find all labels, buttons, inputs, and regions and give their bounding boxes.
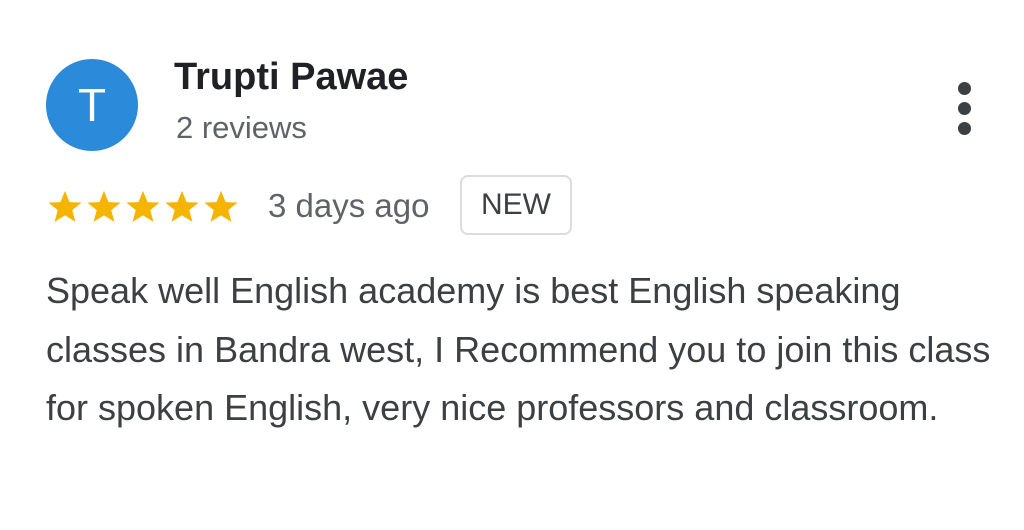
reviewer-name[interactable]: Trupti Pawae	[174, 56, 408, 99]
star-icon	[85, 188, 123, 226]
review-text: Speak well English academy is best Engli…	[46, 270, 991, 428]
more-vert-dot	[958, 122, 971, 135]
star-icon	[202, 188, 240, 226]
review-date: 3 days ago	[268, 187, 430, 224]
star-icon	[124, 188, 162, 226]
more-vert-dot	[958, 102, 971, 115]
more-vert-dot	[958, 82, 971, 95]
new-badge: NEW	[460, 175, 572, 235]
star-icon	[163, 188, 201, 226]
review-count: 2 reviews	[176, 110, 307, 145]
star-icon	[46, 188, 84, 226]
more-options-button[interactable]	[940, 76, 990, 140]
avatar[interactable]: T	[46, 59, 138, 151]
star-rating	[46, 188, 241, 226]
review-card: T Trupti Pawae 2 reviews 3 days ago NEW …	[0, 0, 1024, 530]
